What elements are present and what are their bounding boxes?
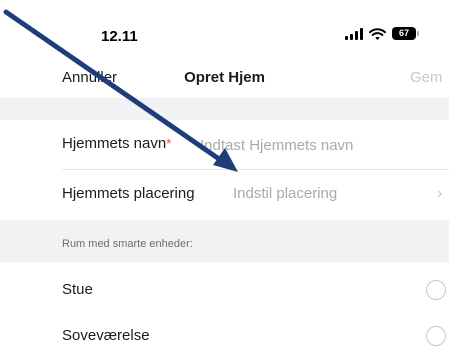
home-name-row: Hjemmets navn* <box>0 120 449 170</box>
room-item-stue[interactable]: Stue <box>0 262 449 314</box>
home-location-label: Hjemmets placering <box>62 185 195 202</box>
rooms-section-header: Rum med smarte enheder: <box>62 238 193 250</box>
room-label: Stue <box>62 281 93 298</box>
status-time: 12.11 <box>101 28 138 45</box>
cancel-button[interactable]: Annuller <box>62 69 117 86</box>
room-item-sovevaerelse[interactable]: Soveværelse <box>0 308 449 352</box>
signal-icon <box>345 27 363 40</box>
home-location-value[interactable]: Indstil placering <box>233 185 337 202</box>
radio-icon[interactable] <box>426 280 446 300</box>
save-button[interactable]: Gem <box>410 69 443 86</box>
home-name-label: Hjemmets navn* <box>62 135 171 152</box>
required-mark: * <box>166 136 172 151</box>
room-label: Soveværelse <box>62 327 150 344</box>
home-location-row[interactable]: Hjemmets placering Indstil placering › <box>0 170 449 220</box>
section-gap <box>0 98 449 120</box>
nav-bar: Opret Hjem Annuller Gem <box>0 58 449 98</box>
status-icons: 67 <box>345 27 419 40</box>
home-name-input[interactable] <box>200 133 420 157</box>
home-name-label-text: Hjemmets navn <box>62 135 167 152</box>
radio-icon[interactable] <box>426 326 446 346</box>
wifi-icon <box>369 27 386 40</box>
status-bar: 12.11 67 <box>0 0 449 58</box>
chevron-right-icon: › <box>437 185 443 202</box>
home-form: Hjemmets navn* Hjemmets placering Indsti… <box>0 120 449 220</box>
rooms-list: Stue Soveværelse <box>0 262 449 352</box>
battery-icon: 67 <box>392 27 419 40</box>
